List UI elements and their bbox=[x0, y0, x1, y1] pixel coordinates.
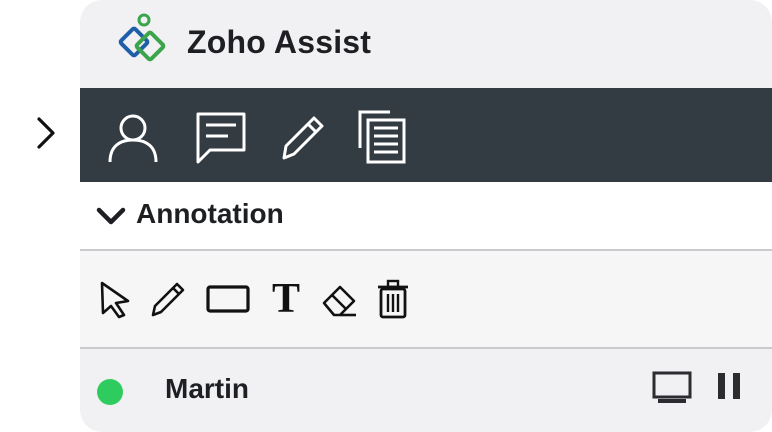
annotation-title: Annotation bbox=[136, 198, 284, 229]
copy-icon[interactable] bbox=[352, 108, 410, 166]
chevron-down-icon bbox=[96, 207, 126, 225]
pause-icon[interactable] bbox=[716, 371, 742, 401]
session-user-row: Martin bbox=[80, 349, 772, 432]
zoho-assist-logo bbox=[118, 13, 166, 62]
assist-panel: Zoho Assist Annotation T Martin bbox=[80, 0, 772, 432]
pencil-icon[interactable] bbox=[274, 108, 332, 166]
pointer-icon[interactable] bbox=[98, 279, 132, 319]
app-title: Zoho Assist bbox=[187, 24, 372, 60]
annotation-pencil-icon[interactable] bbox=[148, 279, 188, 319]
online-status-dot bbox=[97, 379, 123, 405]
chat-icon[interactable] bbox=[192, 108, 250, 166]
main-toolbar bbox=[80, 88, 772, 182]
eraser-icon[interactable] bbox=[320, 279, 360, 319]
rectangle-icon[interactable] bbox=[205, 279, 251, 319]
annotation-section-header[interactable]: Annotation bbox=[80, 182, 772, 249]
annotation-tools: T bbox=[80, 251, 772, 347]
user-icon[interactable] bbox=[104, 108, 162, 166]
trash-icon[interactable] bbox=[376, 279, 410, 319]
monitor-icon[interactable] bbox=[652, 371, 692, 407]
expand-chevron-icon[interactable] bbox=[34, 116, 58, 150]
user-name: Martin bbox=[165, 373, 249, 404]
text-tool-icon[interactable]: T bbox=[272, 277, 300, 321]
brand-header: Zoho Assist bbox=[80, 0, 772, 88]
